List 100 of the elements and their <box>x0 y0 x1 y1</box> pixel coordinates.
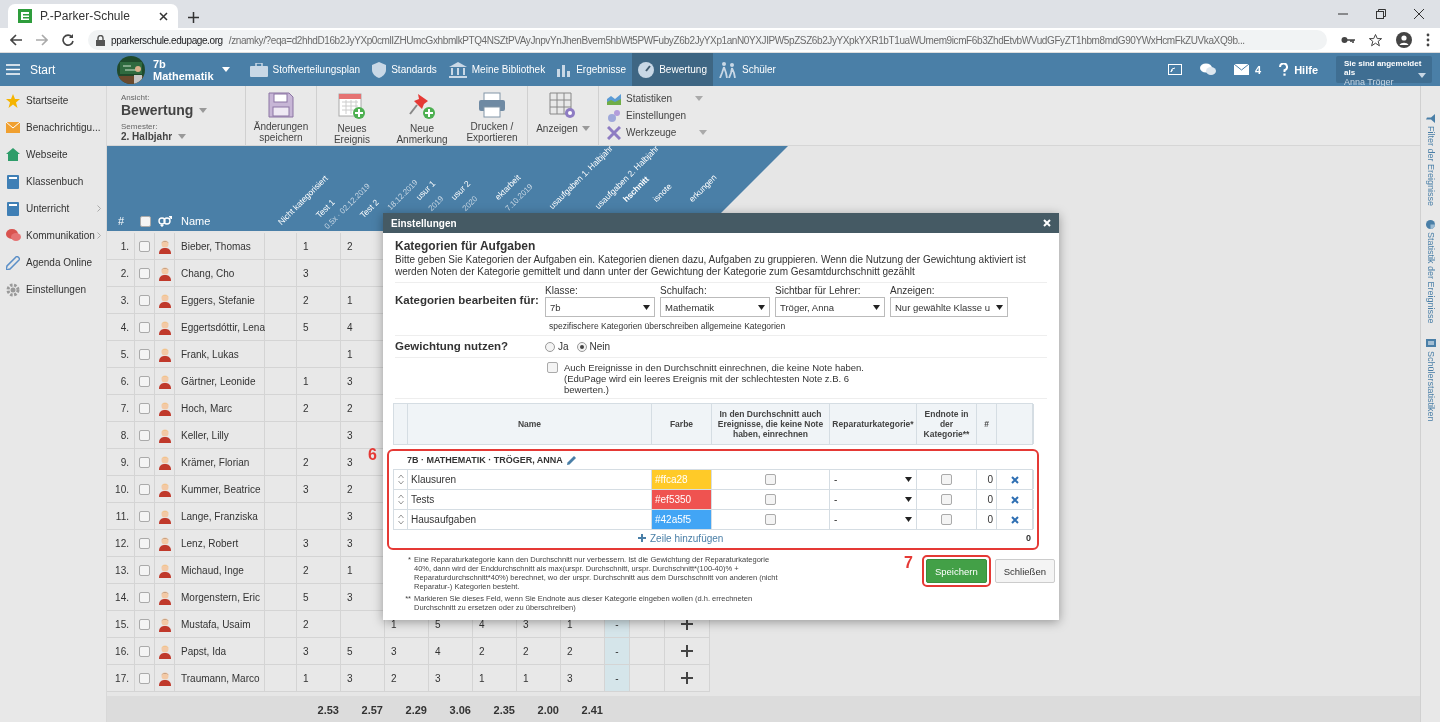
repair-category-dropdown[interactable]: - <box>830 470 917 489</box>
row-checkbox[interactable] <box>139 483 150 495</box>
close-button[interactable]: Schließen <box>994 559 1055 583</box>
row-checkbox[interactable] <box>139 321 150 333</box>
grade-cell[interactable]: 2 <box>297 557 341 584</box>
grade-cell[interactable]: 2 <box>561 638 605 665</box>
row-checkbox[interactable] <box>139 429 150 441</box>
row-checkbox[interactable] <box>139 294 150 306</box>
side-panel-tab[interactable]: Statistik der Ereignisse <box>1425 220 1436 324</box>
grade-cell[interactable]: 3 <box>341 665 385 692</box>
dropdown[interactable]: Tröger, Anna <box>775 297 885 317</box>
row-checkbox[interactable] <box>139 456 150 468</box>
toolbar-menu-item[interactable]: Werkzeuge <box>607 125 708 140</box>
grade-cell[interactable]: 1 <box>473 665 517 692</box>
toolbar-button[interactable]: Anzeigen <box>532 86 594 145</box>
sidebar-item[interactable]: Agenda Online <box>0 249 106 276</box>
row-checkbox[interactable] <box>139 348 150 360</box>
grade-cell[interactable]: 3 <box>297 476 341 503</box>
radio-option[interactable]: Nein <box>576 341 611 352</box>
sidebar-item[interactable]: Startseite <box>0 87 106 114</box>
nav-tab[interactable]: Standards <box>366 53 443 86</box>
side-panel-tab[interactable]: Filter der Ereignisse <box>1425 114 1436 207</box>
address-bar[interactable]: pparkerschule.edupage.org /znamky/?eqa=d2hhdD16b2JyYXp0cmlIZHUmcGxhbmlkPTQ4NSZtPVAyJnpvYnJhenBvem5hbWt5PWFubyZ6b2JyYXp1anN0YXJIPW5pZSZ6b2JyYXpkYXR1bT1uaWUmem9icmF6b3ZhdEtvbWVudGFyZT1hbm8mdG90YWxHcmFkZUVkaXQ9b... <box>88 30 1327 50</box>
add-row-link[interactable]: Zeile hinzufügen <box>638 532 724 544</box>
nav-tab[interactable]: Schüler <box>713 53 782 86</box>
grade-cell[interactable]: 1 <box>297 368 341 395</box>
grade-cell[interactable]: 2 <box>297 395 341 422</box>
checkbox[interactable] <box>941 514 952 525</box>
dropdown[interactable]: Nur gewählte Klasse u <box>890 297 1008 317</box>
grade-cell[interactable]: 2 <box>297 611 341 638</box>
sidebar-item[interactable]: Klassenbuch <box>0 168 106 195</box>
grade-cell[interactable]: 1 <box>297 665 341 692</box>
toolbar-button[interactable]: Neue Anmerkung <box>391 86 453 145</box>
class-selector[interactable]: 7b Mathematik <box>107 53 244 86</box>
checkbox[interactable] <box>765 474 776 485</box>
grade-cell[interactable]: 5 <box>297 314 341 341</box>
checkbox[interactable] <box>547 362 558 373</box>
row-checkbox[interactable] <box>139 618 150 630</box>
checkbox[interactable] <box>941 494 952 505</box>
row-number: 2. <box>107 260 135 287</box>
semester-selector[interactable]: 2. Halbjahr <box>121 131 231 142</box>
grade-cell[interactable]: 3 <box>297 638 341 665</box>
repair-category-dropdown[interactable]: - <box>830 510 917 529</box>
side-panel-tab[interactable]: Schülerstatistiken <box>1425 337 1436 422</box>
row-checkbox[interactable] <box>139 375 150 387</box>
grade-cell[interactable]: 2 <box>297 287 341 314</box>
view-selector[interactable]: Bewertung <box>121 102 231 118</box>
repair-category-dropdown[interactable]: - <box>830 490 917 509</box>
row-checkbox[interactable] <box>139 645 150 657</box>
sidebar-item[interactable]: Einstellungen <box>0 276 106 303</box>
grade-cell[interactable]: 1 <box>297 233 341 260</box>
grade-cell[interactable]: 2 <box>385 665 429 692</box>
row-checkbox[interactable] <box>139 564 150 576</box>
browser-tab[interactable]: P.-Parker-Schule <box>8 4 178 28</box>
row-checkbox[interactable] <box>139 537 150 549</box>
checkbox[interactable] <box>765 514 776 525</box>
grade-cell[interactable]: 3 <box>429 665 473 692</box>
grade-cell[interactable]: 5 <box>341 638 385 665</box>
nav-tab[interactable]: Meine Bibliothek <box>442 53 552 86</box>
toolbar-button[interactable]: Änderungen speichern <box>250 86 312 145</box>
grade-cell[interactable]: 3 <box>297 530 341 557</box>
row-checkbox[interactable] <box>139 591 150 603</box>
grade-cell[interactable]: 2 <box>473 638 517 665</box>
grade-cell[interactable]: 5 <box>297 584 341 611</box>
toolbar-button[interactable]: Drucken / Exportieren <box>461 86 523 145</box>
checkbox[interactable] <box>765 494 776 505</box>
help-link[interactable]: Hilfe <box>1294 63 1318 76</box>
nav-tab[interactable]: Stoffverteilungsplan <box>243 53 367 86</box>
row-checkbox[interactable] <box>139 240 150 252</box>
sidebar-item[interactable]: Webseite <box>0 141 106 168</box>
row-number: 10. <box>107 476 135 503</box>
add-grade-button[interactable] <box>681 618 693 630</box>
radio-option[interactable]: Ja <box>545 341 569 352</box>
close-icon <box>1043 219 1051 227</box>
row-checkbox[interactable] <box>139 402 150 414</box>
sidebar-item[interactable]: Unterricht <box>0 195 106 222</box>
row-checkbox[interactable] <box>139 672 150 684</box>
grade-cell[interactable]: 2 <box>297 449 341 476</box>
select-all-checkbox[interactable] <box>139 215 151 227</box>
nav-tab[interactable]: Bewertung <box>632 53 713 86</box>
dropdown[interactable]: 7b <box>545 297 655 317</box>
sidebar-item[interactable]: Kommunikation <box>0 222 106 249</box>
sidebar-item[interactable]: Benachrichtigu... <box>0 114 106 141</box>
toolbar-button[interactable]: Neues Ereignis <box>321 86 383 145</box>
grade-cell[interactable]: 2 <box>517 638 561 665</box>
checkbox[interactable] <box>941 474 952 485</box>
grade-cell[interactable]: 3 <box>385 638 429 665</box>
grade-cell[interactable]: 4 <box>429 638 473 665</box>
grade-cell[interactable]: 3 <box>297 260 341 287</box>
row-checkbox[interactable] <box>139 267 150 279</box>
grade-cell[interactable]: 1 <box>517 665 561 692</box>
student-avatar-icon <box>158 616 171 632</box>
add-grade-button[interactable] <box>681 645 693 657</box>
nav-tab[interactable]: Ergebnisse <box>551 53 633 86</box>
dropdown[interactable]: Mathematik <box>660 297 770 317</box>
toolbar-menu-item[interactable]: Statistiken <box>607 91 708 106</box>
add-grade-button[interactable] <box>681 672 693 684</box>
grade-cell[interactable]: 3 <box>561 665 605 692</box>
toolbar-menu-item[interactable]: Einstellungen <box>607 108 708 123</box>
row-checkbox[interactable] <box>139 510 150 522</box>
